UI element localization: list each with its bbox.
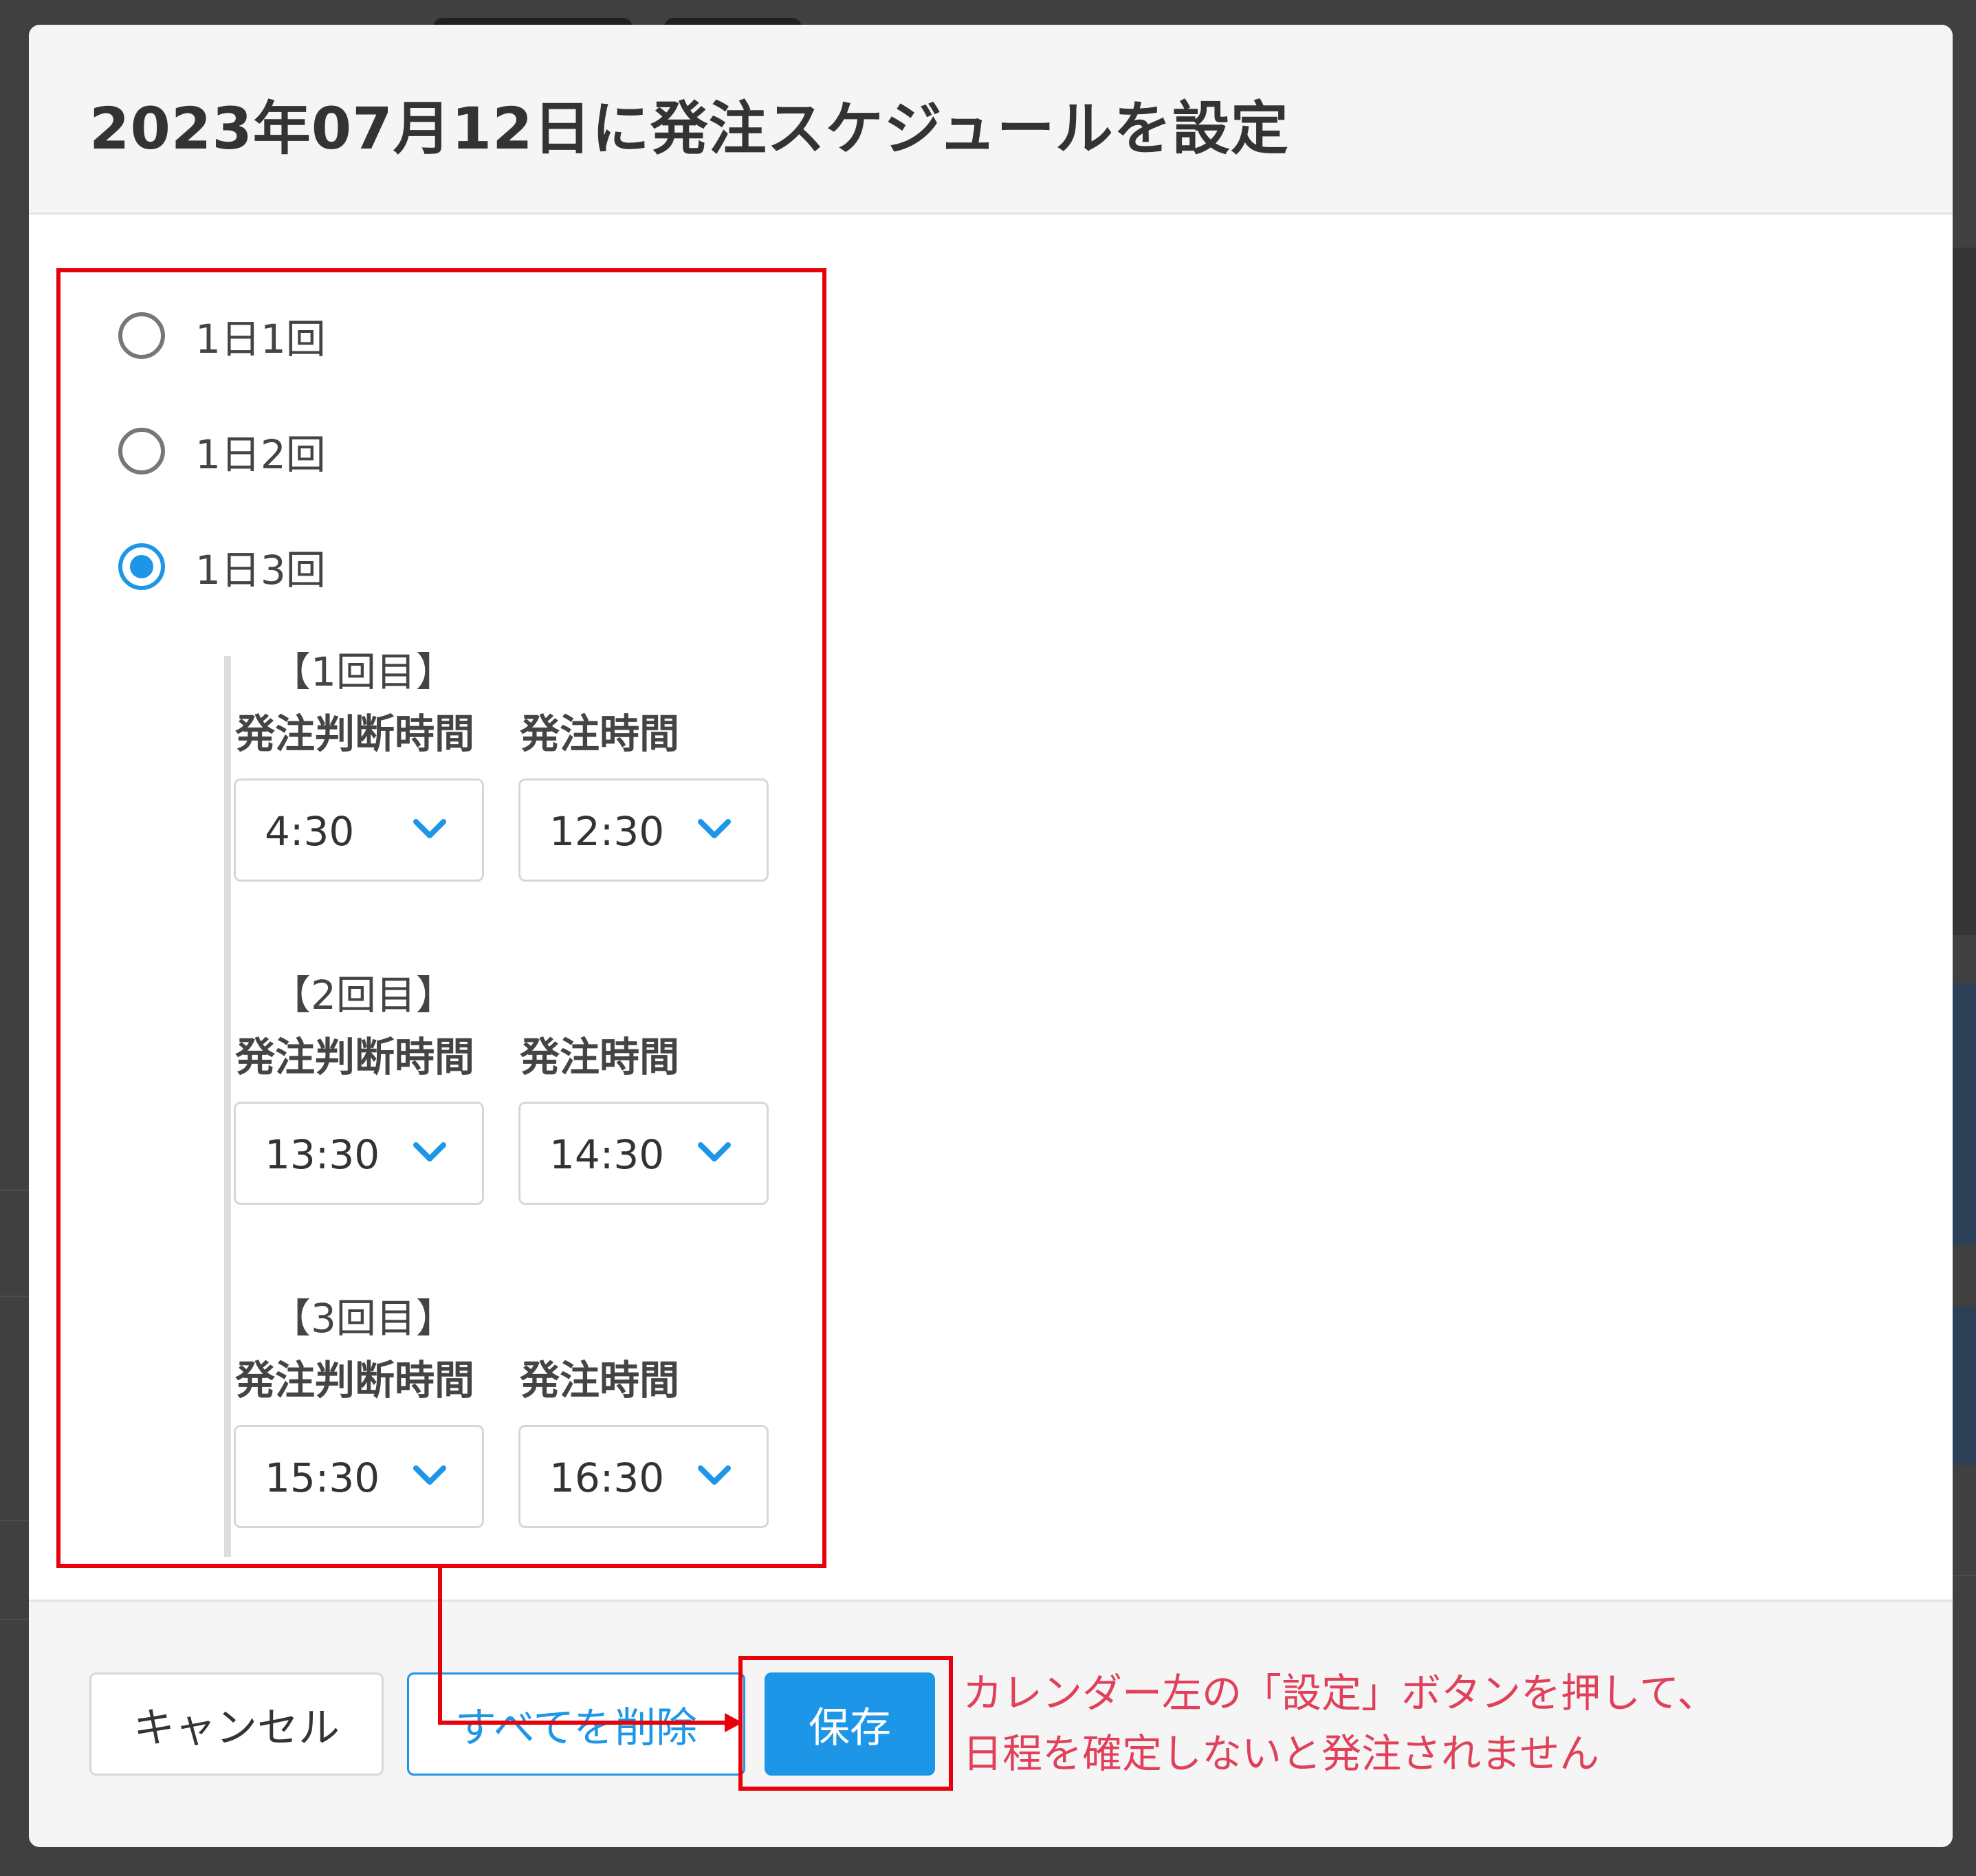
background-divider <box>0 1520 29 1521</box>
background-highlight <box>1953 1307 1976 1465</box>
annotation-highlight-save-button <box>738 1656 953 1791</box>
background-divider <box>0 1190 29 1191</box>
background-highlight <box>1953 983 1976 1245</box>
cancel-button[interactable]: キャンセル <box>89 1672 384 1776</box>
annotation-note-line: カレンダー左の「設定」ボタンを押して、 <box>963 1670 1717 1716</box>
annotation-connector-line <box>438 1721 727 1725</box>
annotation-note: カレンダー左の「設定」ボタンを押して、 日程を確定しないと発注されません <box>963 1663 1717 1784</box>
background-panel <box>1953 248 1976 935</box>
annotation-highlight-schedule-settings <box>56 268 826 1568</box>
background-divider <box>0 1296 29 1297</box>
modal-header: 2023年07月12日に発注スケジュールを設定 <box>29 25 1953 215</box>
annotation-note-line: 日程を確定しないと発注されません <box>963 1730 1600 1777</box>
modal-title: 2023年07月12日に発注スケジュールを設定 <box>89 95 1289 162</box>
background-divider <box>0 1619 29 1620</box>
annotation-connector-line <box>438 1567 442 1725</box>
background-divider <box>1953 1575 1976 1576</box>
